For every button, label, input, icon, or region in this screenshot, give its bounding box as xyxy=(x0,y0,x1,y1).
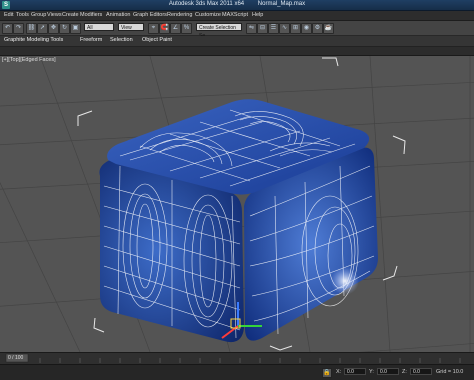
menu-customize[interactable]: Customize xyxy=(195,12,221,18)
menu-bar: Edit Tools Group Views Create Modifiers … xyxy=(0,11,474,21)
select-object-icon[interactable]: ➚ xyxy=(37,23,48,34)
menu-tools[interactable]: Tools xyxy=(16,12,29,18)
link-icon[interactable]: ⛓ xyxy=(26,23,37,34)
render-setup-icon[interactable]: ⚙ xyxy=(312,23,323,34)
specular-highlight xyxy=(331,267,359,295)
window-title: Autodesk 3ds Max 2011 x64 Normal_Map.max xyxy=(0,1,474,7)
redo-icon[interactable]: ↷ xyxy=(13,23,24,34)
undo-icon[interactable]: ↶ xyxy=(2,23,13,34)
title-bar: S Autodesk 3ds Max 2011 x64 Normal_Map.m… xyxy=(0,0,474,11)
time-slider-label[interactable]: 0 / 100 xyxy=(8,355,23,361)
x-label: X: xyxy=(336,369,342,375)
material-editor-icon[interactable]: ◉ xyxy=(301,23,312,34)
menu-maxscript[interactable]: MAXScript xyxy=(222,12,248,18)
menu-rendering[interactable]: Rendering xyxy=(167,12,192,18)
viewport-scene xyxy=(0,56,474,352)
z-coordinate-field[interactable]: 0.0 xyxy=(410,368,432,375)
tab-freeform[interactable]: Freeform xyxy=(80,37,102,43)
ribbon-tabs: Graphite Modeling Tools Freeform Selecti… xyxy=(0,36,474,47)
selection-filter-dropdown[interactable]: All xyxy=(84,23,114,31)
x-coordinate-field[interactable]: 0.0 xyxy=(344,368,366,375)
menu-group[interactable]: Group xyxy=(31,12,46,18)
layer-icon[interactable]: ☰ xyxy=(268,23,279,34)
pivot-icon[interactable]: ⌖ xyxy=(148,23,159,34)
schematic-icon[interactable]: ⊞ xyxy=(290,23,301,34)
grid-size-readout: Grid = 10.0 xyxy=(436,369,464,375)
ribbon-panel xyxy=(0,47,474,56)
angle-snap-icon[interactable]: ∠ xyxy=(170,23,181,34)
reference-coordinate-dropdown[interactable]: View xyxy=(118,23,144,31)
main-toolbar: ↶ ↷ ⛓ ➚ ✥ ↻ ▣ All View ⌖ 🧲 ∠ % Create Se… xyxy=(0,21,474,39)
select-scale-icon[interactable]: ▣ xyxy=(70,23,81,34)
menu-create[interactable]: Create xyxy=(62,12,79,18)
tab-selection[interactable]: Selection xyxy=(110,37,133,43)
menu-edit[interactable]: Edit xyxy=(4,12,13,18)
curve-editor-icon[interactable]: ∿ xyxy=(279,23,290,34)
y-label: Y: xyxy=(369,369,374,375)
named-selection-dropdown[interactable]: Create Selection Se xyxy=(196,23,242,39)
title-app: Autodesk 3ds Max 2011 x64 xyxy=(168,1,245,7)
align-icon[interactable]: ⊟ xyxy=(257,23,268,34)
render-icon[interactable]: ☕ xyxy=(323,23,334,34)
select-move-icon[interactable]: ✥ xyxy=(48,23,59,34)
z-label: Z: xyxy=(402,369,407,375)
menu-help[interactable]: Help xyxy=(252,12,263,18)
mirror-icon[interactable]: ⇋ xyxy=(246,23,257,34)
y-coordinate-field[interactable]: 0.0 xyxy=(377,368,399,375)
viewport-label[interactable]: [+][Top][Edged Faces] xyxy=(2,57,56,63)
tab-object-paint[interactable]: Object Paint xyxy=(142,37,172,43)
select-rotate-icon[interactable]: ↻ xyxy=(59,23,70,34)
perspective-viewport[interactable]: [+][Top][Edged Faces] xyxy=(0,56,474,352)
lock-icon[interactable]: 🔒 xyxy=(322,368,332,378)
menu-views[interactable]: Views xyxy=(47,12,62,18)
tab-graphite-modeling-tools[interactable]: Graphite Modeling Tools xyxy=(4,37,63,43)
percent-snap-icon[interactable]: % xyxy=(181,23,192,34)
timeline[interactable]: 0 / 100 xyxy=(0,352,474,364)
title-file: Normal_Map.max xyxy=(257,1,306,7)
menu-animation[interactable]: Animation xyxy=(106,12,130,18)
timeline-ticks xyxy=(5,353,461,363)
menu-graph-editors[interactable]: Graph Editors xyxy=(133,12,167,18)
status-bar: 🔒 X: 0.0 Y: 0.0 Z: 0.0 Grid = 10.0 xyxy=(0,364,474,380)
snap-icon[interactable]: 🧲 xyxy=(159,23,170,34)
menu-modifiers[interactable]: Modifiers xyxy=(80,12,102,18)
